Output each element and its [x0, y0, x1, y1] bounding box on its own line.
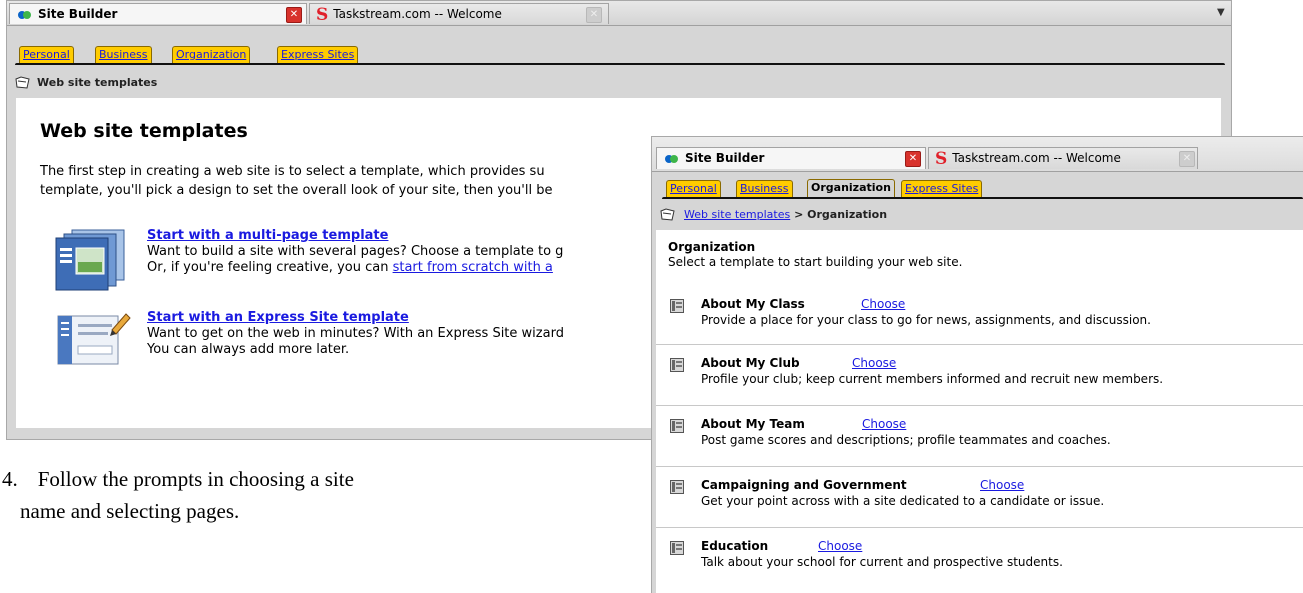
breadcrumb: Web site templates	[7, 71, 1231, 95]
step-text: name and selecting pages.	[20, 499, 240, 523]
start-from-scratch-link[interactable]: start from scratch with a	[393, 260, 553, 275]
site-tab-express-sites[interactable]: Express Sites	[901, 180, 983, 197]
template-name: About My Team	[701, 417, 805, 431]
template-list-panel: Organization Select a template to start …	[656, 230, 1303, 593]
site-tab-business[interactable]: Business	[736, 180, 793, 197]
step-line: 4. Follow the prompts in choosing a site	[2, 463, 354, 495]
browser-tab-bar: Site Builder ✕ S Taskstream.com -- Welcom…	[652, 137, 1303, 172]
section-title: Organization	[668, 240, 756, 254]
option-description: Want to build a site with several pages?…	[147, 244, 563, 276]
express-site-template-link[interactable]: Start with an Express Site template	[147, 310, 409, 325]
site-tab-personal[interactable]: Personal	[666, 180, 721, 197]
breadcrumb-separator: >	[794, 208, 804, 221]
site-tab-organization[interactable]: Organization	[172, 46, 251, 63]
template-item: About My Team Choose Post game scores an…	[656, 406, 1303, 467]
taskstream-favicon-icon: S	[316, 4, 329, 25]
description-line: Want to get on the web in minutes? With …	[147, 326, 564, 341]
template-icon	[670, 480, 684, 494]
section-subtitle: Select a template to start building your…	[668, 255, 963, 269]
breadcrumb-current: Organization	[807, 208, 888, 221]
page-title: Web site templates	[40, 120, 248, 142]
template-name: Education	[701, 539, 769, 553]
choose-link[interactable]: Choose	[861, 297, 905, 311]
template-item: About My Class Choose Provide a place fo…	[656, 286, 1303, 345]
multi-page-template-link[interactable]: Start with a multi-page template	[147, 228, 388, 243]
site-builder-favicon-icon	[18, 10, 32, 20]
browser-tab-taskstream[interactable]: S Taskstream.com -- Welcome ✕	[309, 3, 609, 24]
option-description: Want to get on the web in minutes? With …	[147, 326, 564, 358]
browser-tab-label: Site Builder	[685, 151, 765, 165]
choose-link[interactable]: Choose	[852, 356, 896, 370]
folder-icon	[15, 76, 30, 89]
template-item: Education Choose Talk about your school …	[656, 528, 1303, 588]
breadcrumb-link-templates[interactable]: Web site templates	[684, 208, 790, 221]
intro-line: template, you'll pick a design to set th…	[40, 183, 553, 198]
site-tab-organization[interactable]: Organization	[807, 179, 895, 197]
description-text: Or, if you're feeling creative, you can	[147, 260, 393, 275]
description-line: You can always add more later.	[147, 342, 350, 357]
close-tab-icon[interactable]: ✕	[286, 7, 302, 23]
intro-line: The first step in creating a web site is…	[40, 164, 545, 179]
intro-text: The first step in creating a web site is…	[40, 162, 552, 200]
template-name: About My Club	[701, 356, 800, 370]
close-tab-icon[interactable]: ✕	[905, 151, 921, 167]
tab-underline	[15, 63, 1225, 65]
description-line: Or, if you're feeling creative, you can …	[147, 260, 563, 276]
close-tab-icon[interactable]: ✕	[1179, 151, 1195, 167]
template-name: Campaigning and Government	[701, 478, 907, 492]
breadcrumb: Web site templates > Organization	[652, 203, 1303, 227]
template-icon	[670, 299, 684, 313]
site-tab-personal[interactable]: Personal	[19, 46, 74, 63]
choose-link[interactable]: Choose	[862, 417, 906, 431]
template-icon	[670, 419, 684, 433]
tab-list-dropdown-icon[interactable]: ▼	[1217, 7, 1225, 18]
template-name: About My Class	[701, 297, 805, 311]
template-item: Campaigning and Government Choose Get yo…	[656, 467, 1303, 528]
browser-tab-label: Taskstream.com -- Welcome	[333, 7, 502, 21]
template-description: Post game scores and descriptions; profi…	[701, 433, 1111, 447]
browser-window-organization: Site Builder ✕ S Taskstream.com -- Welcom…	[651, 136, 1303, 593]
description-line: Want to build a site with several pages?…	[147, 244, 564, 259]
choose-link[interactable]: Choose	[980, 478, 1024, 492]
browser-tab-label: Taskstream.com -- Welcome	[952, 151, 1121, 165]
template-icon	[670, 541, 684, 555]
browser-tab-taskstream[interactable]: S Taskstream.com -- Welcome ✕	[928, 147, 1198, 169]
site-tab-business[interactable]: Business	[95, 46, 152, 63]
taskstream-favicon-icon: S	[935, 148, 948, 169]
template-description: Get your point across with a site dedica…	[701, 494, 1105, 508]
site-builder-favicon-icon	[665, 154, 679, 164]
template-description: Talk about your school for current and p…	[701, 555, 1063, 569]
template-item: About My Club Choose Profile your club; …	[656, 345, 1303, 406]
close-tab-icon[interactable]: ✕	[586, 7, 602, 23]
breadcrumb-current: Web site templates	[37, 76, 158, 89]
step-text: Follow the prompts in choosing a site	[37, 467, 354, 491]
choose-link[interactable]: Choose	[818, 539, 862, 553]
site-tabs: Personal Business Organization Express S…	[7, 41, 1231, 63]
template-description: Profile your club; keep current members …	[701, 372, 1164, 386]
multi-page-template-icon[interactable]	[50, 228, 132, 292]
tab-underline	[662, 197, 1303, 199]
browser-tab-label: Site Builder	[38, 7, 118, 21]
browser-tab-site-builder[interactable]: Site Builder ✕	[9, 3, 307, 24]
site-tab-express-sites[interactable]: Express Sites	[277, 46, 359, 63]
site-tabs: Personal Business Organization Express S…	[652, 173, 1303, 197]
browser-tab-site-builder[interactable]: Site Builder ✕	[656, 147, 926, 169]
step-number: 4.	[2, 467, 18, 491]
folder-icon	[660, 208, 675, 221]
instruction-step: 4. Follow the prompts in choosing a site …	[2, 463, 354, 527]
browser-tab-bar: Site Builder ✕ S Taskstream.com -- Welcom…	[7, 1, 1231, 26]
template-description: Provide a place for your class to go for…	[701, 313, 1151, 327]
template-icon	[670, 358, 684, 372]
express-site-template-icon[interactable]	[54, 310, 136, 370]
